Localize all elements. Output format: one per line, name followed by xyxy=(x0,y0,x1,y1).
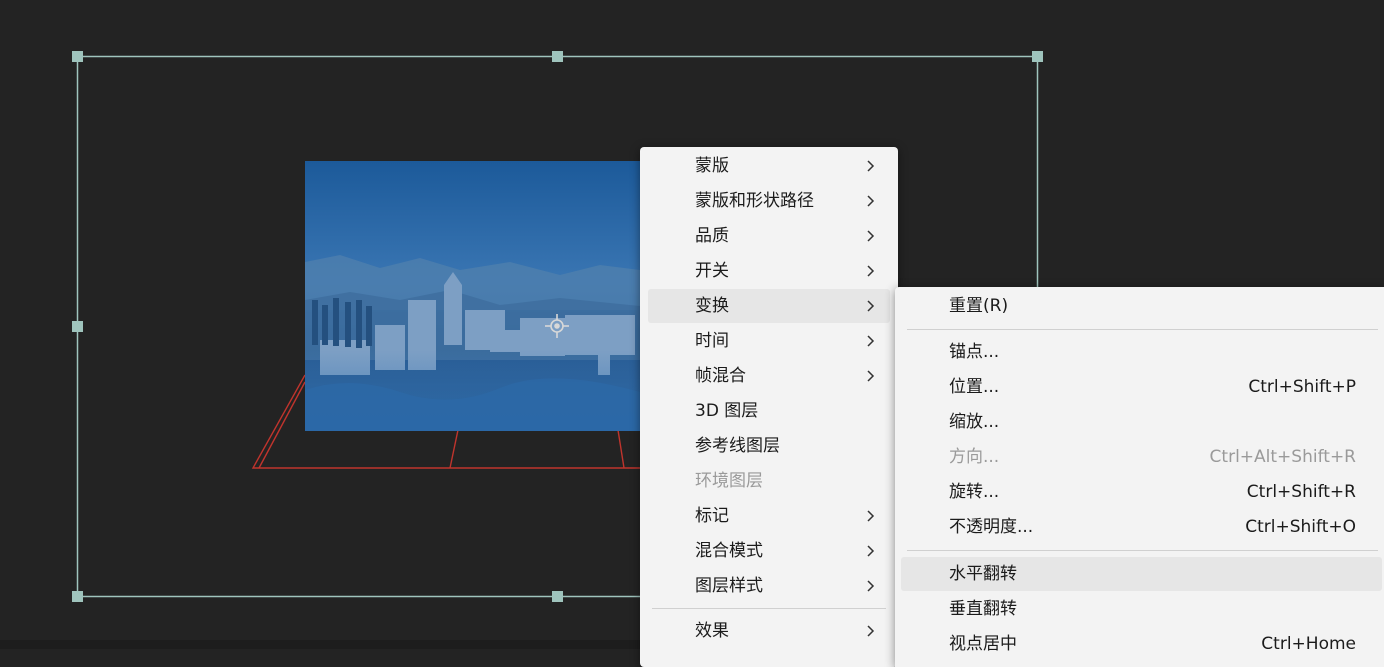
menu-item-markers[interactable]: 标记 xyxy=(648,499,890,533)
submenu-item-position[interactable]: 位置... Ctrl+Shift+P xyxy=(903,370,1376,404)
submenu-item-anchor-point[interactable]: 锚点... xyxy=(903,335,1376,369)
chevron-right-icon xyxy=(867,545,875,557)
submenu-item-label: 水平翻转 xyxy=(949,564,1017,584)
handle-middle-left[interactable] xyxy=(72,321,83,332)
menu-separator xyxy=(907,550,1378,551)
shortcut-text: Ctrl+Shift+O xyxy=(1245,517,1356,537)
menu-item-label: 时间 xyxy=(695,331,729,351)
chevron-right-icon xyxy=(867,230,875,242)
submenu-item-opacity[interactable]: 不透明度... Ctrl+Shift+O xyxy=(903,510,1376,544)
menu-item-transform[interactable]: 变换 xyxy=(648,289,890,323)
menu-item-3d-layer[interactable]: 3D 图层 xyxy=(648,394,890,428)
submenu-item-flip-horizontal[interactable]: 水平翻转 xyxy=(901,557,1382,591)
submenu-item-label: 不透明度... xyxy=(949,517,1034,537)
menu-item-label: 变换 xyxy=(695,296,729,316)
submenu-item-label: 缩放... xyxy=(949,412,1000,432)
submenu-item-label: 重置(R) xyxy=(949,296,1009,316)
menu-item-mask[interactable]: 蒙版 xyxy=(648,149,890,183)
submenu-item-label: 视点居中 xyxy=(949,634,1017,654)
submenu-item-label: 旋转... xyxy=(949,482,1000,502)
submenu-item-label: 方向... xyxy=(949,447,1000,467)
menu-item-time[interactable]: 时间 xyxy=(648,324,890,358)
menu-separator xyxy=(907,329,1378,330)
menu-item-frame-blending[interactable]: 帧混合 xyxy=(648,359,890,393)
handle-top-right[interactable] xyxy=(1032,51,1043,62)
menu-item-blending-mode[interactable]: 混合模式 xyxy=(648,534,890,568)
menu-item-label: 3D 图层 xyxy=(695,401,759,421)
layer-context-menu: 蒙版 蒙版和形状路径 品质 开关 变换 时间 帧混合 3D 图层 参考线图层 环… xyxy=(640,147,898,667)
submenu-item-rotation[interactable]: 旋转... Ctrl+Shift+R xyxy=(903,475,1376,509)
submenu-item-orientation: 方向... Ctrl+Alt+Shift+R xyxy=(903,440,1376,474)
chevron-right-icon xyxy=(867,160,875,172)
menu-separator xyxy=(652,608,886,609)
menu-item-label: 效果 xyxy=(695,621,729,641)
handle-bottom-center[interactable] xyxy=(552,591,563,602)
chevron-right-icon xyxy=(867,300,875,312)
layer-image[interactable] xyxy=(305,161,640,431)
handle-bottom-left[interactable] xyxy=(72,591,83,602)
handle-top-center[interactable] xyxy=(552,51,563,62)
menu-item-label: 品质 xyxy=(695,226,729,246)
shortcut-text: Ctrl+Shift+P xyxy=(1248,377,1356,397)
menu-item-layer-styles[interactable]: 图层样式 xyxy=(648,569,890,603)
menu-item-label: 开关 xyxy=(695,261,729,281)
menu-item-quality[interactable]: 品质 xyxy=(648,219,890,253)
submenu-item-label: 垂直翻转 xyxy=(949,599,1017,619)
chevron-right-icon xyxy=(867,510,875,522)
submenu-item-center-in-view[interactable]: 视点居中 Ctrl+Home xyxy=(903,627,1376,661)
menu-item-label: 帧混合 xyxy=(695,366,746,386)
menu-item-effects[interactable]: 效果 xyxy=(648,614,890,648)
shortcut-text: Ctrl+Shift+R xyxy=(1246,482,1356,502)
menu-item-mask-and-shape-path[interactable]: 蒙版和形状路径 xyxy=(648,184,890,218)
chevron-right-icon xyxy=(867,195,875,207)
menu-item-label: 蒙版和形状路径 xyxy=(695,191,814,211)
menu-item-label: 标记 xyxy=(695,506,729,526)
submenu-item-label: 锚点... xyxy=(949,342,1000,362)
chevron-right-icon xyxy=(867,370,875,382)
shortcut-text: Ctrl+Home xyxy=(1261,634,1356,654)
menu-item-environment-layer: 环境图层 xyxy=(648,464,890,498)
menu-item-guide-layer[interactable]: 参考线图层 xyxy=(648,429,890,463)
menu-item-switches[interactable]: 开关 xyxy=(648,254,890,288)
handle-top-left[interactable] xyxy=(72,51,83,62)
menu-item-label: 混合模式 xyxy=(695,541,763,561)
submenu-item-label: 位置... xyxy=(949,377,1000,397)
chevron-right-icon xyxy=(867,335,875,347)
menu-item-label: 参考线图层 xyxy=(695,436,780,456)
chevron-right-icon xyxy=(867,265,875,277)
chevron-right-icon xyxy=(867,580,875,592)
shortcut-text: Ctrl+Alt+Shift+R xyxy=(1209,447,1356,467)
chevron-right-icon xyxy=(867,625,875,637)
submenu-item-scale[interactable]: 缩放... xyxy=(903,405,1376,439)
menu-item-label: 图层样式 xyxy=(695,576,763,596)
menu-item-label: 蒙版 xyxy=(695,156,729,176)
transform-submenu: 重置(R) 锚点... 位置... Ctrl+Shift+P 缩放... 方向..… xyxy=(895,287,1384,667)
menu-item-label: 环境图层 xyxy=(695,471,763,491)
submenu-item-reset[interactable]: 重置(R) xyxy=(903,289,1376,323)
submenu-item-flip-vertical[interactable]: 垂直翻转 xyxy=(903,592,1376,626)
